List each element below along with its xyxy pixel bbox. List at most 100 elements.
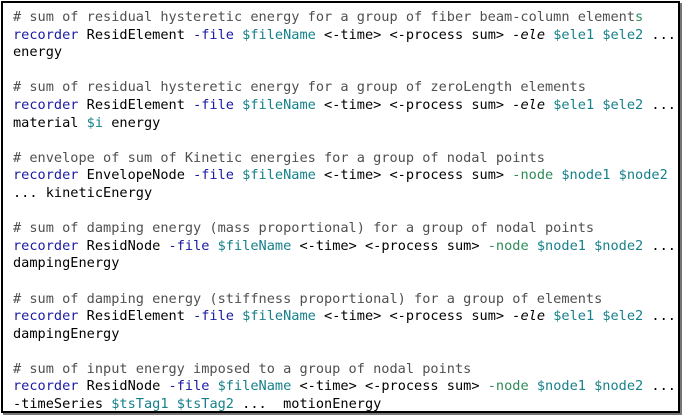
- code-text: <-time> <-process sum>: [291, 378, 488, 395]
- code-keyword: -file: [168, 378, 210, 395]
- code-line: # sum of residual hysteretic energy for …: [13, 9, 676, 27]
- code-variable: $fileName: [217, 378, 292, 395]
- code-keyword: recorder: [13, 378, 79, 395]
- code-variable: $ele2: [602, 26, 644, 43]
- code-text: energy: [103, 114, 161, 131]
- code-keyword: recorder: [13, 237, 79, 254]
- code-text: ResidElement: [78, 308, 194, 325]
- code-text: ...: [643, 378, 676, 395]
- code-block: # sum of residual hysteretic energy for …: [13, 9, 676, 413]
- code-variable: $node1: [561, 167, 611, 184]
- code-variable: $ele1: [553, 26, 595, 43]
- code-keyword: recorder: [13, 167, 79, 184]
- code-line: # envelope of sum of Kinetic energies fo…: [13, 150, 676, 168]
- code-comment: # sum of residual hysteretic energy for …: [13, 79, 586, 96]
- code-variable: $fileName: [242, 96, 316, 113]
- code-variable: $ele1: [553, 308, 595, 325]
- code-line: energy: [13, 44, 676, 62]
- code-text: ResidElement: [78, 96, 194, 113]
- code-text: <-time> <-process sum>: [291, 237, 488, 254]
- code-text: dampingEnergy: [13, 255, 120, 272]
- code-variable: $node1: [536, 378, 586, 395]
- code-text: ResidNode: [78, 378, 169, 395]
- code-line: # sum of input energy imposed to a group…: [13, 361, 676, 379]
- code-keyword: recorder: [13, 308, 79, 325]
- code-text: ... kineticEnergy: [13, 184, 153, 201]
- code-text: dampingEnergy: [13, 325, 120, 342]
- code-keyword: -file: [193, 26, 234, 43]
- code-text: <-time> <-process sum>: [315, 96, 513, 113]
- code-variable: $fileName: [217, 237, 292, 254]
- code-variable: $fileName: [242, 167, 316, 184]
- code-comment: # sum of residual hysteretic energy for …: [13, 9, 635, 25]
- code-variable: $i: [86, 114, 104, 131]
- code-text: <-time> <-process sum>: [315, 26, 513, 43]
- code-option: -node: [487, 378, 529, 395]
- code-text: ...: [643, 308, 676, 325]
- code-variable: $node2: [618, 167, 668, 184]
- code-variable: $node1: [536, 237, 586, 254]
- code-text: energy: [13, 44, 63, 61]
- code-keyword: recorder: [13, 96, 79, 113]
- code-text: material: [13, 114, 87, 131]
- code-text: ...: [643, 26, 676, 43]
- code-line: recorder ResidNode -file $fileName <-tim…: [13, 378, 676, 396]
- code-listing-frame: # sum of residual hysteretic energy for …: [1, 1, 680, 413]
- code-keyword: recorder: [13, 26, 79, 43]
- code-variable: $fileName: [242, 308, 316, 325]
- code-keyword: -file: [193, 96, 234, 113]
- code-variable: $node2: [594, 237, 644, 254]
- code-option: s: [635, 9, 644, 25]
- code-option: -node: [487, 237, 529, 254]
- code-comment: # envelope of sum of Kinetic energies fo…: [13, 149, 545, 166]
- code-text: <-time> <-process sum>: [315, 167, 513, 184]
- code-line: recorder ResidElement -file $fileName <-…: [13, 308, 676, 326]
- code-keyword: -file: [168, 237, 210, 254]
- code-line: dampingEnergy: [13, 255, 676, 273]
- code-line: dampingEnergy: [13, 326, 676, 344]
- code-line: ... kineticEnergy: [13, 185, 676, 203]
- code-text: ...: [643, 96, 676, 113]
- code-line: recorder ResidElement -file $fileName <-…: [13, 97, 676, 115]
- code-line: # sum of damping energy (stiffness propo…: [13, 291, 676, 309]
- code-keyword: -file: [193, 308, 234, 325]
- code-variable: $node2: [594, 378, 644, 395]
- code-variable: $ele1: [553, 96, 595, 113]
- code-text: ResidNode: [78, 237, 169, 254]
- code-line: recorder ResidNode -file $fileName <-tim…: [13, 238, 676, 256]
- code-text: <-time> <-process sum>: [315, 308, 513, 325]
- code-line: recorder ResidElement -file $fileName <-…: [13, 27, 676, 45]
- code-option: -node: [512, 167, 554, 184]
- code-text: EnvelopeNode: [78, 167, 194, 184]
- code-variable: $tsTag1: [111, 396, 169, 413]
- code-text: ...: [643, 237, 676, 254]
- code-variable: $ele2: [602, 308, 644, 325]
- code-comment: # sum of damping energy (mass proportion…: [13, 220, 595, 237]
- code-comment: # sum of input energy imposed to a group…: [13, 360, 472, 377]
- code-flag: -ele: [512, 308, 546, 325]
- code-text: ResidElement: [78, 26, 194, 43]
- code-comment: # sum of damping energy (stiffness propo…: [13, 290, 603, 307]
- code-keyword: -file: [193, 167, 234, 184]
- code-flag: -ele: [512, 96, 546, 113]
- code-variable: $fileName: [242, 26, 316, 43]
